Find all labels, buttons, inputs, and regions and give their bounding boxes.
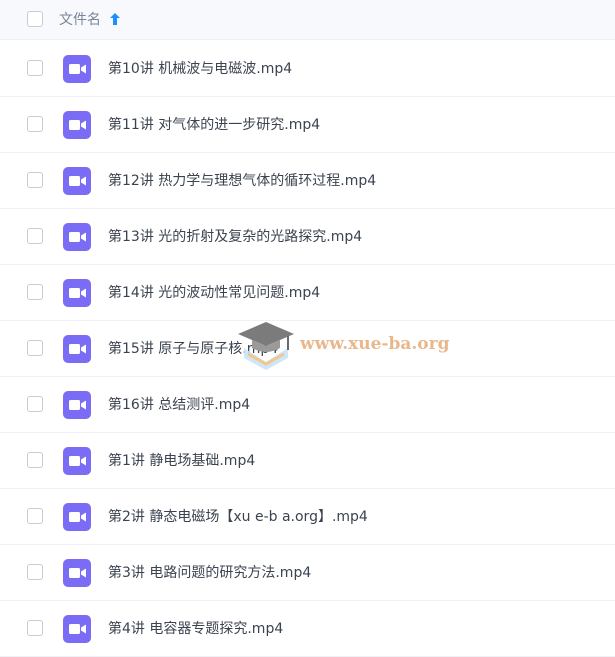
file-name[interactable]: 第16讲 总结测评.mp4 (108, 395, 250, 415)
file-name[interactable]: 第3讲 电路问题的研究方法.mp4 (108, 563, 311, 583)
file-row-checkbox[interactable] (27, 396, 43, 412)
file-row[interactable]: 第15讲 原子与原子核.mp4 (0, 321, 615, 377)
file-row[interactable]: 第4讲 电容器专题探究.mp4 (0, 601, 615, 657)
file-name[interactable]: 第4讲 电容器专题探究.mp4 (108, 619, 283, 639)
file-row[interactable]: 第14讲 光的波动性常见问题.mp4 (0, 265, 615, 321)
file-row[interactable]: 第12讲 热力学与理想气体的循环过程.mp4 (0, 153, 615, 209)
file-row[interactable]: 第13讲 光的折射及复杂的光路探究.mp4 (0, 209, 615, 265)
file-row-checkbox[interactable] (27, 452, 43, 468)
video-file-icon (63, 55, 91, 83)
file-row[interactable]: 第10讲 机械波与电磁波.mp4 (0, 41, 615, 97)
sort-ascending-arrow-icon[interactable] (109, 11, 121, 27)
file-name[interactable]: 第12讲 热力学与理想气体的循环过程.mp4 (108, 171, 376, 191)
file-row-checkbox[interactable] (27, 60, 43, 76)
file-name[interactable]: 第10讲 机械波与电磁波.mp4 (108, 59, 292, 79)
file-name[interactable]: 第13讲 光的折射及复杂的光路探究.mp4 (108, 227, 362, 247)
file-row-checkbox[interactable] (27, 508, 43, 524)
file-row-checkbox[interactable] (27, 228, 43, 244)
sort-by-name-header[interactable]: 文件名 (59, 11, 101, 29)
video-file-icon (63, 223, 91, 251)
select-all-checkbox[interactable] (27, 11, 43, 27)
video-file-icon (63, 447, 91, 475)
file-list-header: 文件名 (0, 0, 615, 40)
file-row[interactable]: 第1讲 静电场基础.mp4 (0, 433, 615, 489)
file-name[interactable]: 第1讲 静电场基础.mp4 (108, 451, 255, 471)
file-row-checkbox[interactable] (27, 284, 43, 300)
file-row[interactable]: 第11讲 对气体的进一步研究.mp4 (0, 97, 615, 153)
file-name[interactable]: 第2讲 静态电磁场【xu e-b a.org】.mp4 (108, 507, 368, 527)
file-name[interactable]: 第14讲 光的波动性常见问题.mp4 (108, 283, 320, 303)
file-row-checkbox[interactable] (27, 564, 43, 580)
video-file-icon (63, 391, 91, 419)
file-row[interactable]: 第3讲 电路问题的研究方法.mp4 (0, 545, 615, 601)
file-row[interactable]: 第2讲 静态电磁场【xu e-b a.org】.mp4 (0, 489, 615, 545)
video-file-icon (63, 335, 91, 363)
file-row-checkbox[interactable] (27, 340, 43, 356)
file-row-checkbox[interactable] (27, 620, 43, 636)
video-file-icon (63, 279, 91, 307)
video-file-icon (63, 559, 91, 587)
video-file-icon (63, 167, 91, 195)
video-file-icon (63, 615, 91, 643)
file-row-checkbox[interactable] (27, 116, 43, 132)
video-file-icon (63, 111, 91, 139)
file-name[interactable]: 第15讲 原子与原子核.mp4 (108, 339, 278, 359)
video-file-icon (63, 503, 91, 531)
file-row-checkbox[interactable] (27, 172, 43, 188)
file-row[interactable]: 第16讲 总结测评.mp4 (0, 377, 615, 433)
file-name[interactable]: 第11讲 对气体的进一步研究.mp4 (108, 115, 320, 135)
